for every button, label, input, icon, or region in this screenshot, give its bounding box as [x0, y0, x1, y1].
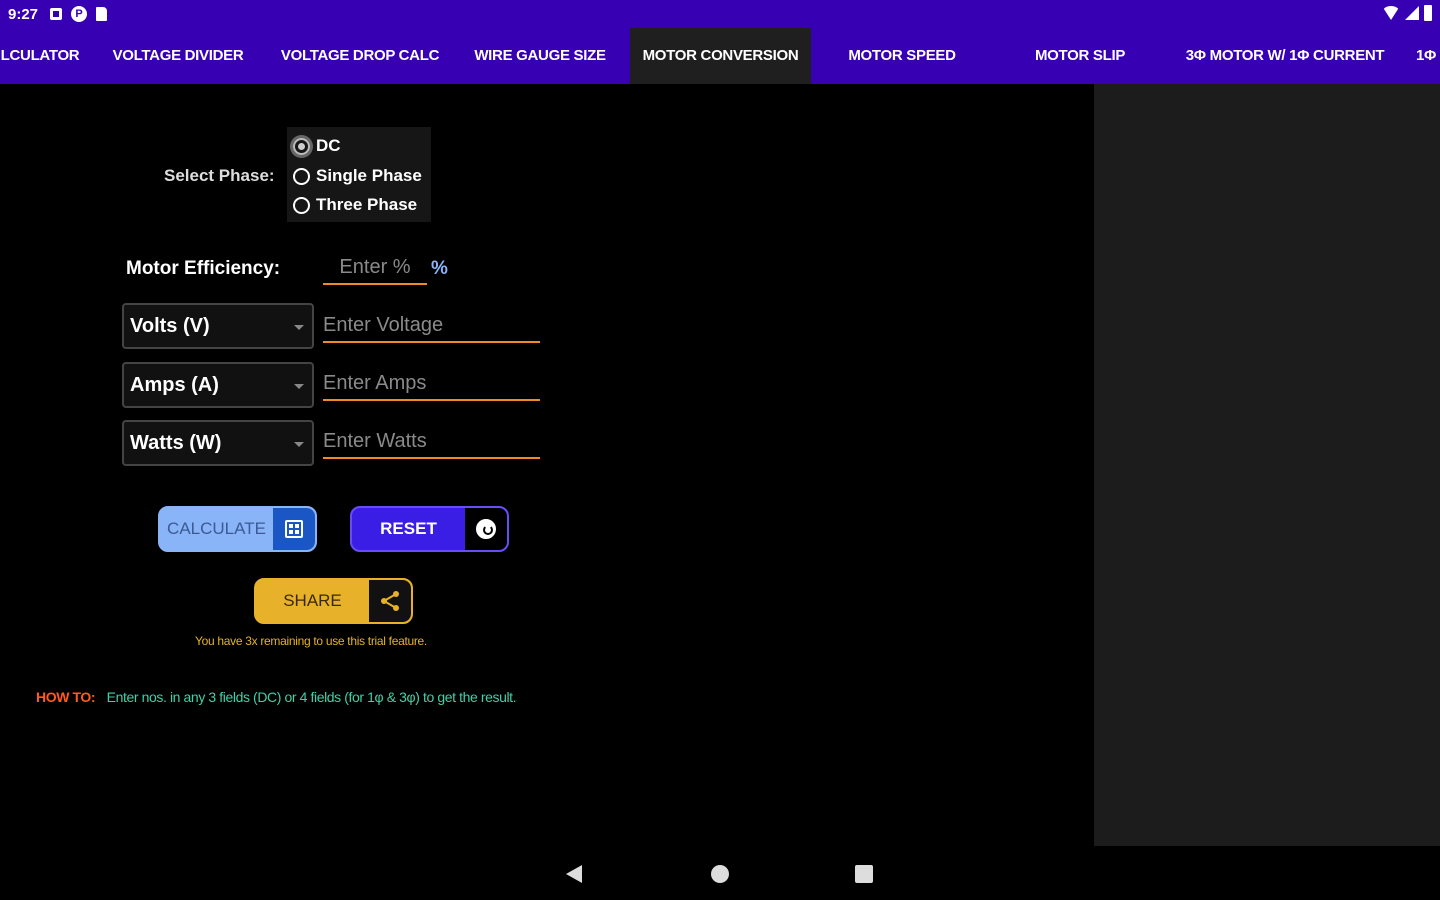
dropdown-arrow-icon	[294, 442, 304, 447]
home-icon[interactable]	[711, 865, 729, 883]
tab-calculator[interactable]: LCULATOR	[0, 28, 80, 84]
calculator-icon	[273, 508, 315, 550]
radio-dc-label: DC	[316, 136, 341, 155]
tab-motor-conversion[interactable]: MOTOR CONVERSION	[630, 28, 811, 84]
voltage-unit-dropdown[interactable]: Volts (V)	[122, 303, 314, 349]
efficiency-input[interactable]	[323, 256, 427, 285]
signal-icon	[1405, 6, 1419, 20]
tab-motor-speed[interactable]: MOTOR SPEED	[830, 28, 974, 84]
tab-bar: LCULATOR VOLTAGE DIVIDER VOLTAGE DROP CA…	[0, 28, 1440, 84]
back-icon[interactable]	[566, 865, 582, 883]
side-panel	[1094, 84, 1440, 846]
radio-three-phase[interactable]: Three Phase	[293, 195, 417, 215]
radio-single-phase-label: Single Phase	[316, 166, 422, 185]
share-button[interactable]: SHARE	[254, 578, 413, 624]
watts-unit-dropdown[interactable]: Watts (W)	[122, 420, 314, 466]
calculate-button[interactable]: CALCULATE	[158, 506, 317, 552]
voltage-input[interactable]	[323, 314, 540, 343]
battery-icon	[1424, 5, 1432, 21]
phase-label: Select Phase:	[164, 166, 275, 185]
recents-icon[interactable]	[855, 865, 873, 883]
status-time: 9:27	[8, 5, 39, 23]
dropdown-arrow-icon	[294, 384, 304, 389]
tab-3ph-motor-1ph-current[interactable]: 3Φ MOTOR W/ 1Φ CURRENT	[1172, 28, 1398, 84]
watts-input[interactable]	[323, 430, 540, 459]
tab-voltage-drop-calc[interactable]: VOLTAGE DROP CALC	[272, 28, 448, 84]
howto-label: HOW TO:	[36, 689, 96, 705]
share-button-label: SHARE	[283, 591, 342, 610]
howto-text: Enter nos. in any 3 fields (DC) or 4 fie…	[106, 689, 517, 705]
notification-icons: P	[50, 6, 108, 22]
amps-unit-value: Amps (A)	[130, 373, 219, 396]
watts-unit-value: Watts (W)	[130, 431, 222, 454]
radio-unchecked-icon	[293, 196, 310, 214]
tab-voltage-divider[interactable]: VOLTAGE DIVIDER	[98, 28, 258, 84]
dropdown-arrow-icon	[294, 325, 304, 330]
reset-button[interactable]: RESET	[350, 506, 509, 552]
sd-card-icon	[96, 7, 108, 21]
tab-1ph[interactable]: 1Φ	[1406, 28, 1440, 84]
efficiency-unit: %	[431, 258, 448, 279]
wifi-icon	[1382, 6, 1400, 20]
trial-note: You have 3x remaining to use this trial …	[195, 634, 427, 648]
notification-icon	[50, 8, 63, 20]
howto-hint: HOW TO: Enter nos. in any 3 fields (DC) …	[36, 689, 517, 705]
radio-checked-icon	[293, 137, 310, 155]
radio-three-phase-label: Three Phase	[316, 195, 418, 214]
radio-unchecked-icon	[293, 167, 310, 185]
amps-unit-dropdown[interactable]: Amps (A)	[122, 362, 314, 408]
parking-icon: P	[71, 6, 88, 22]
phase-radio-group: DC Single Phase Three Phase	[287, 127, 431, 222]
voltage-unit-value: Volts (V)	[130, 314, 210, 337]
system-icons	[1382, 5, 1432, 21]
amps-input[interactable]	[323, 372, 540, 401]
reset-icon	[465, 508, 507, 550]
radio-dc[interactable]: DC	[293, 136, 341, 156]
share-icon	[369, 580, 411, 622]
reset-button-label: RESET	[380, 519, 437, 538]
calculate-button-label: CALCULATE	[167, 519, 266, 538]
radio-single-phase[interactable]: Single Phase	[293, 166, 422, 186]
tab-motor-slip[interactable]: MOTOR SLIP	[1018, 28, 1142, 84]
efficiency-label: Motor Efficiency:	[126, 258, 281, 279]
navigation-bar	[0, 846, 1440, 900]
status-bar: 9:27 P	[0, 0, 1440, 28]
tab-wire-gauge-size[interactable]: WIRE GAUGE SIZE	[462, 28, 618, 84]
